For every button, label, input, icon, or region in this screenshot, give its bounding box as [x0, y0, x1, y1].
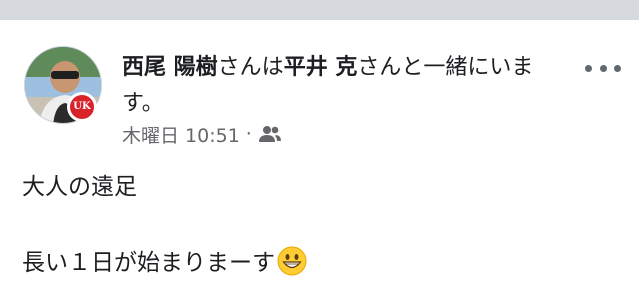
post-body-text: 長い１日が始まりまーす	[22, 250, 275, 276]
more-dot	[614, 64, 621, 72]
grinning-face-emoji-icon	[277, 246, 307, 276]
tagged-friend-link[interactable]: 平井 克	[284, 55, 358, 80]
meta-separator: ·	[245, 123, 252, 145]
feed-post: UK 西尾 陽樹さんは平井 克さんと一緒にいます。 木曜日 10:51 · 大人…	[0, 20, 639, 290]
post-body-blank-line	[22, 206, 622, 244]
top-divider-band	[0, 0, 639, 20]
friends-icon[interactable]	[258, 125, 282, 143]
post-body-line: 大人の遠足	[22, 174, 137, 200]
post-body: 大人の遠足 長い１日が始まりまーす	[22, 168, 622, 282]
author-name-link[interactable]: 西尾 陽樹	[122, 55, 218, 80]
post-body-line: 長い１日が始まりまーす	[22, 244, 622, 282]
profile-badge-icon: UK	[67, 92, 97, 122]
more-dot	[585, 64, 592, 72]
post-header: 西尾 陽樹さんは平井 克さんと一緒にいます。	[122, 50, 562, 122]
post-timestamp-link[interactable]: 木曜日 10:51	[122, 121, 240, 148]
post-meta: 木曜日 10:51 ·	[122, 121, 282, 148]
badge-label: UK	[70, 95, 94, 119]
more-options-icon[interactable]	[585, 58, 621, 78]
more-dot	[599, 64, 607, 72]
with-text: さんは	[217, 55, 284, 80]
